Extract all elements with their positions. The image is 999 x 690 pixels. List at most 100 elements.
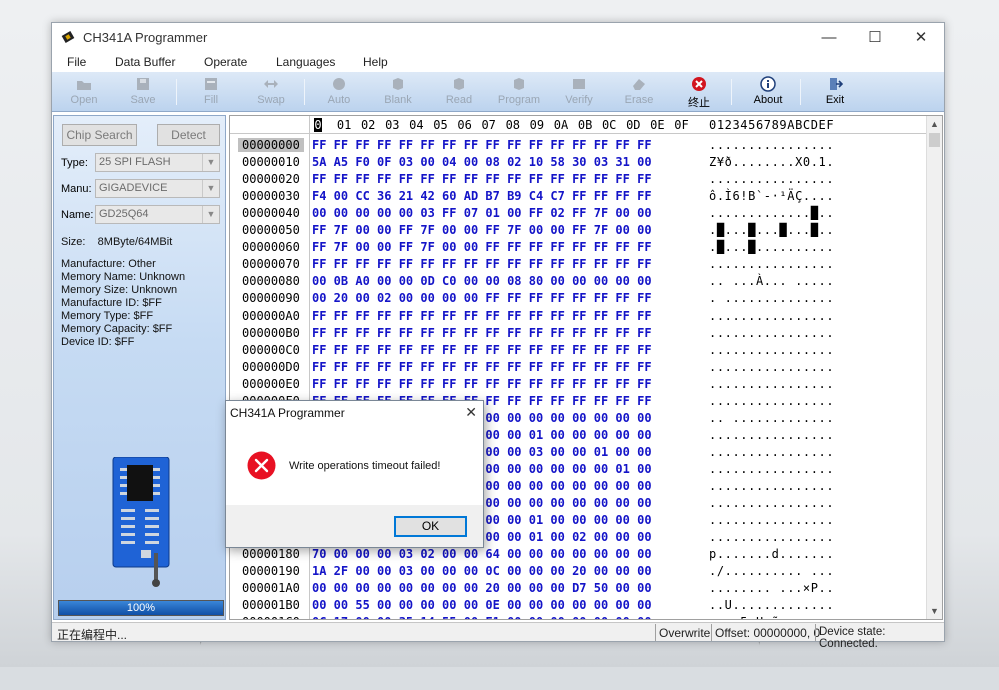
hex-ascii[interactable]: ................ — [709, 326, 834, 340]
hex-row[interactable]: 00000070 FF FF FF FF FF FF FF FF FF FF FF… — [230, 255, 928, 272]
toolbar-program-button[interactable]: Program — [491, 74, 547, 110]
menu-help[interactable]: Help — [363, 55, 388, 69]
title-bar[interactable]: CH341A Programmer — ☐ ✕ — [52, 23, 944, 52]
chip-name-select[interactable]: GD25Q64 ▼ — [95, 205, 220, 224]
hex-row[interactable]: 00000050 FF 7F 00 00 FF 7F 00 00 FF 7F 00… — [230, 221, 928, 238]
hex-bytes[interactable]: FF FF FF FF FF FF FF FF FF FF FF FF FF F… — [312, 360, 652, 374]
hex-bytes[interactable]: FF FF FF FF FF FF FF FF FF FF FF FF FF F… — [312, 343, 652, 357]
hex-ascii[interactable]: .█...█...█...█.. — [709, 223, 834, 237]
hex-bytes[interactable]: FF FF FF FF FF FF FF FF FF FF FF FF FF F… — [312, 377, 652, 391]
hex-ascii[interactable]: ................ — [709, 172, 834, 186]
hex-bytes[interactable]: FF FF FF FF FF FF FF FF FF FF FF FF FF F… — [312, 326, 652, 340]
hex-row[interactable]: 000001A0 00 00 00 00 00 00 00 00 20 00 00… — [230, 579, 928, 596]
hex-ascii[interactable]: ................ — [709, 479, 834, 493]
hex-bytes[interactable]: FF FF FF FF FF FF FF FF FF FF FF FF FF F… — [312, 309, 652, 323]
hex-row[interactable]: 00000000 FF FF FF FF FF FF FF FF FF FF FF… — [230, 136, 928, 153]
close-icon[interactable]: ✕ — [898, 23, 944, 52]
hex-row[interactable]: 00000010 5A A5 F0 0F 03 00 04 00 08 02 10… — [230, 153, 928, 170]
manufacturer-select[interactable]: GIGADEVICE ▼ — [95, 179, 220, 198]
maximize-icon[interactable]: ☐ — [852, 23, 898, 52]
hex-ascii[interactable]: ô.Ì6!B`-·¹ÄÇ.... — [709, 189, 834, 203]
hex-row[interactable]: 000001B0 00 00 55 00 00 00 00 00 0E 00 00… — [230, 596, 928, 613]
hex-row[interactable]: 00000040 00 00 00 00 00 03 FF 07 01 00 FF… — [230, 204, 928, 221]
menu-data-buffer[interactable]: Data Buffer — [115, 55, 175, 69]
toolbar-verify-button[interactable]: Verify — [551, 74, 607, 110]
menu-languages[interactable]: Languages — [276, 55, 335, 69]
hex-bytes[interactable]: FF FF FF FF FF FF FF FF FF FF FF FF FF F… — [312, 138, 652, 152]
hex-ascii[interactable]: ./.......... ... — [709, 564, 834, 578]
menu-file[interactable]: File — [67, 55, 86, 69]
hex-ascii[interactable]: ..U............. — [709, 598, 834, 612]
toolbar-fill-button[interactable]: Fill — [183, 74, 239, 110]
hex-row[interactable]: 000000B0 FF FF FF FF FF FF FF FF FF FF FF… — [230, 324, 928, 341]
hex-row[interactable]: 00000190 1A 2F 00 00 03 00 00 00 0C 00 00… — [230, 562, 928, 579]
hex-row[interactable]: 000001C0 0C 17 00 00 35 14 55 00 F1 00 00… — [230, 613, 928, 619]
toolbar-stop-button[interactable]: 终止 — [671, 74, 727, 110]
vertical-scrollbar[interactable]: ▲ ▼ — [926, 116, 942, 619]
toolbar-blank-button[interactable]: Blank — [370, 74, 426, 110]
hex-bytes[interactable]: 0C 17 00 00 35 14 55 00 F1 00 00 00 00 0… — [312, 615, 652, 619]
hex-bytes[interactable]: 00 00 55 00 00 00 00 00 0E 00 00 00 00 0… — [312, 598, 652, 612]
type-select[interactable]: 25 SPI FLASH ▼ — [95, 153, 220, 172]
chevron-down-icon[interactable]: ▼ — [202, 154, 219, 171]
scroll-thumb[interactable] — [929, 133, 940, 147]
hex-row[interactable]: 000000E0 FF FF FF FF FF FF FF FF FF FF FF… — [230, 375, 928, 392]
toolbar-erase-button[interactable]: Erase — [611, 74, 667, 110]
hex-row[interactable]: 000000D0 FF FF FF FF FF FF FF FF FF FF FF… — [230, 358, 928, 375]
hex-ascii[interactable]: ................ — [709, 394, 834, 408]
hex-ascii[interactable]: Z¥ð........X0.1. — [709, 155, 834, 169]
hex-ascii[interactable]: ....5.U.ñ....... — [709, 615, 834, 619]
ok-button[interactable]: OK — [394, 516, 467, 537]
toolbar-open-button[interactable]: Open — [56, 74, 112, 110]
hex-ascii[interactable]: ................ — [709, 309, 834, 323]
toolbar-save-button[interactable]: Save — [115, 74, 171, 110]
hex-row[interactable]: 000000C0 FF FF FF FF FF FF FF FF FF FF FF… — [230, 341, 928, 358]
hex-bytes[interactable]: FF 7F 00 00 FF 7F 00 00 FF 7F 00 00 FF 7… — [312, 223, 652, 237]
toolbar-exit-button[interactable]: Exit — [807, 74, 863, 110]
hex-ascii[interactable]: .. ............. — [709, 411, 834, 425]
menu-operate[interactable]: Operate — [204, 55, 247, 69]
chip-search-button[interactable]: Chip Search — [62, 124, 137, 146]
detect-button[interactable]: Detect — [157, 124, 220, 146]
hex-row[interactable]: 00000020 FF FF FF FF FF FF FF FF FF FF FF… — [230, 170, 928, 187]
minimize-icon[interactable]: — — [806, 23, 852, 52]
hex-row[interactable]: 000000A0 FF FF FF FF FF FF FF FF FF FF FF… — [230, 307, 928, 324]
hex-ascii[interactable]: ........ ...×P.. — [709, 581, 834, 595]
hex-ascii[interactable]: ................ — [709, 360, 834, 374]
hex-row[interactable]: 00000090 00 20 00 02 00 00 00 00 FF FF FF… — [230, 289, 928, 306]
toolbar-about-button[interactable]: About — [740, 74, 796, 110]
hex-row[interactable]: 00000080 00 0B A0 00 00 0D C0 00 00 08 80… — [230, 272, 928, 289]
hex-ascii[interactable]: ................ — [709, 428, 834, 442]
hex-ascii[interactable]: .............█.. — [709, 206, 834, 220]
hex-ascii[interactable]: ................ — [709, 445, 834, 459]
hex-bytes[interactable]: FF FF FF FF FF FF FF FF FF FF FF FF FF F… — [312, 257, 652, 271]
hex-bytes[interactable]: 00 0B A0 00 00 0D C0 00 00 08 80 00 00 0… — [312, 274, 652, 288]
hex-bytes[interactable]: 70 00 00 00 03 02 00 00 64 00 00 00 00 0… — [312, 547, 652, 561]
scroll-up-icon[interactable]: ▲ — [927, 116, 942, 132]
hex-bytes[interactable]: 00 20 00 02 00 00 00 00 FF FF FF FF FF F… — [312, 291, 652, 305]
hex-bytes[interactable]: 00 00 00 00 00 03 FF 07 01 00 FF 02 FF 7… — [312, 206, 652, 220]
hex-ascii[interactable]: ................ — [709, 530, 834, 544]
hex-ascii[interactable]: ................ — [709, 138, 834, 152]
hex-ascii[interactable]: ................ — [709, 462, 834, 476]
hex-ascii[interactable]: p.......d....... — [709, 547, 834, 561]
hex-ascii[interactable]: ................ — [709, 257, 834, 271]
toolbar-swap-button[interactable]: Swap — [243, 74, 299, 110]
hex-ascii[interactable]: .. ...À... ..... — [709, 274, 834, 288]
hex-ascii[interactable]: .█...█.......... — [709, 240, 834, 254]
hex-row[interactable]: 00000030 F4 00 CC 36 21 42 60 AD B7 B9 C4… — [230, 187, 928, 204]
toolbar-auto-button[interactable]: Auto — [311, 74, 367, 110]
chevron-down-icon[interactable]: ▼ — [202, 180, 219, 197]
close-icon[interactable]: ✕ — [465, 404, 477, 421]
hex-bytes[interactable]: F4 00 CC 36 21 42 60 AD B7 B9 C4 C7 FF F… — [312, 189, 652, 203]
chevron-down-icon[interactable]: ▼ — [202, 206, 219, 223]
hex-bytes[interactable]: 00 00 00 00 00 00 00 00 20 00 00 00 D7 5… — [312, 581, 652, 595]
toolbar-read-button[interactable]: Read — [431, 74, 487, 110]
hex-bytes[interactable]: FF 7F 00 00 FF 7F 00 00 FF FF FF FF FF F… — [312, 240, 652, 254]
hex-ascii[interactable]: ................ — [709, 513, 834, 527]
dialog-title-bar[interactable]: CH341A Programmer ✕ — [226, 401, 483, 425]
hex-ascii[interactable]: ................ — [709, 343, 834, 357]
hex-ascii[interactable]: ................ — [709, 377, 834, 391]
hex-bytes[interactable]: 1A 2F 00 00 03 00 00 00 0C 00 00 00 20 0… — [312, 564, 652, 578]
hex-ascii[interactable]: . .............. — [709, 291, 834, 305]
